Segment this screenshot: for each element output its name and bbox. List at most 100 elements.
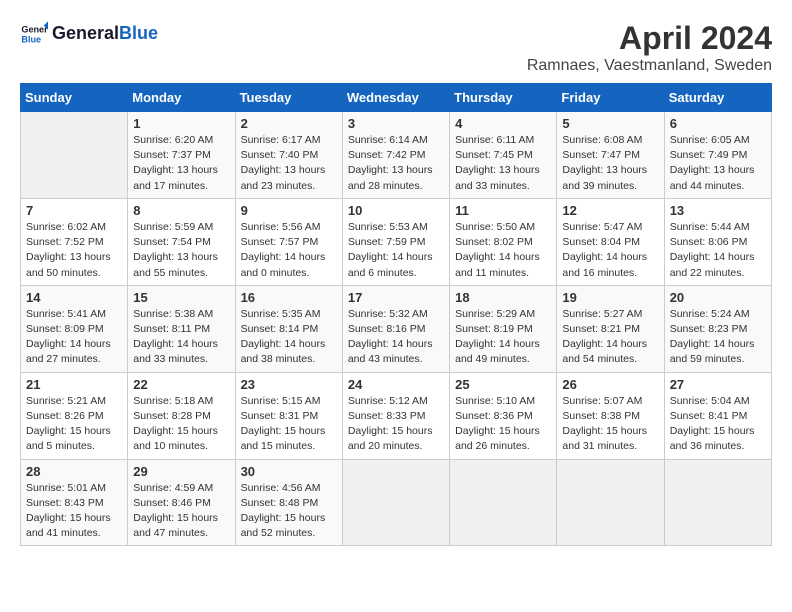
day-info: Sunrise: 6:20 AMSunset: 7:37 PMDaylight:… — [133, 133, 229, 194]
day-number: 11 — [455, 203, 551, 218]
day-info: Sunrise: 6:17 AMSunset: 7:40 PMDaylight:… — [241, 133, 337, 194]
calendar-cell: 11 Sunrise: 5:50 AMSunset: 8:02 PMDayligh… — [450, 198, 557, 285]
logo-icon: General Blue — [20, 20, 48, 48]
day-info: Sunrise: 5:04 AMSunset: 8:41 PMDaylight:… — [670, 394, 766, 455]
day-number: 28 — [26, 464, 122, 479]
calendar-cell: 22 Sunrise: 5:18 AMSunset: 8:28 PMDayligh… — [128, 372, 235, 459]
weekday-header-monday: Monday — [128, 84, 235, 112]
week-row-3: 14 Sunrise: 5:41 AMSunset: 8:09 PMDayligh… — [21, 285, 772, 372]
calendar-cell: 25 Sunrise: 5:10 AMSunset: 8:36 PMDayligh… — [450, 372, 557, 459]
calendar-cell: 9 Sunrise: 5:56 AMSunset: 7:57 PMDaylight… — [235, 198, 342, 285]
calendar-table: SundayMondayTuesdayWednesdayThursdayFrid… — [20, 83, 772, 546]
day-number: 20 — [670, 290, 766, 305]
day-info: Sunrise: 5:50 AMSunset: 8:02 PMDaylight:… — [455, 220, 551, 281]
week-row-4: 21 Sunrise: 5:21 AMSunset: 8:26 PMDayligh… — [21, 372, 772, 459]
calendar-cell: 27 Sunrise: 5:04 AMSunset: 8:41 PMDayligh… — [664, 372, 771, 459]
day-number: 15 — [133, 290, 229, 305]
day-info: Sunrise: 5:12 AMSunset: 8:33 PMDaylight:… — [348, 394, 444, 455]
weekday-header-wednesday: Wednesday — [342, 84, 449, 112]
calendar-cell: 29Sunrise: 4:59 AMSunset: 8:46 PMDayligh… — [128, 459, 235, 546]
week-row-5: 28 Sunrise: 5:01 AMSunset: 8:43 PMDayligh… — [21, 459, 772, 546]
calendar-cell: 4 Sunrise: 6:11 AMSunset: 7:45 PMDaylight… — [450, 112, 557, 199]
day-info: Sunrise: 5:38 AMSunset: 8:11 PMDaylight:… — [133, 307, 229, 368]
calendar-cell: 2Sunrise: 6:17 AMSunset: 7:40 PMDaylight… — [235, 112, 342, 199]
location-subtitle: Ramnaes, Vaestmanland, Sweden — [527, 57, 772, 75]
day-number: 10 — [348, 203, 444, 218]
logo-text: GeneralBlue — [52, 24, 158, 44]
weekday-header-friday: Friday — [557, 84, 664, 112]
calendar-cell: 26Sunrise: 5:07 AMSunset: 8:38 PMDayligh… — [557, 372, 664, 459]
weekday-header-row: SundayMondayTuesdayWednesdayThursdayFrid… — [21, 84, 772, 112]
calendar-cell: 17Sunrise: 5:32 AMSunset: 8:16 PMDayligh… — [342, 285, 449, 372]
title-block: April 2024 Ramnaes, Vaestmanland, Sweden — [527, 20, 772, 75]
day-number: 9 — [241, 203, 337, 218]
calendar-cell: 24 Sunrise: 5:12 AMSunset: 8:33 PMDayligh… — [342, 372, 449, 459]
day-number: 16 — [241, 290, 337, 305]
svg-text:Blue: Blue — [21, 34, 41, 44]
calendar-cell: 12 Sunrise: 5:47 AMSunset: 8:04 PMDayligh… — [557, 198, 664, 285]
day-number: 25 — [455, 377, 551, 392]
day-number: 17 — [348, 290, 444, 305]
day-number: 24 — [348, 377, 444, 392]
day-number: 4 — [455, 116, 551, 131]
day-info: Sunrise: 5:10 AMSunset: 8:36 PMDaylight:… — [455, 394, 551, 455]
day-info: Sunrise: 6:02 AMSunset: 7:52 PMDaylight:… — [26, 220, 122, 281]
logo: General Blue GeneralBlue — [20, 20, 158, 48]
weekday-header-saturday: Saturday — [664, 84, 771, 112]
day-info: Sunrise: 6:05 AMSunset: 7:49 PMDaylight:… — [670, 133, 766, 194]
day-info: Sunrise: 5:53 AMSunset: 7:59 PMDaylight:… — [348, 220, 444, 281]
day-number: 14 — [26, 290, 122, 305]
day-info: Sunrise: 5:01 AMSunset: 8:43 PMDaylight:… — [26, 481, 122, 542]
day-number: 22 — [133, 377, 229, 392]
day-info: Sunrise: 4:56 AMSunset: 8:48 PMDaylight:… — [241, 481, 337, 542]
calendar-cell: 16Sunrise: 5:35 AMSunset: 8:14 PMDayligh… — [235, 285, 342, 372]
calendar-cell: 15 Sunrise: 5:38 AMSunset: 8:11 PMDayligh… — [128, 285, 235, 372]
day-number: 23 — [241, 377, 337, 392]
page-header: General Blue GeneralBlue April 2024 Ramn… — [20, 20, 772, 75]
day-info: Sunrise: 5:44 AMSunset: 8:06 PMDaylight:… — [670, 220, 766, 281]
day-info: Sunrise: 5:15 AMSunset: 8:31 PMDaylight:… — [241, 394, 337, 455]
calendar-cell — [21, 112, 128, 199]
calendar-cell: 1 Sunrise: 6:20 AMSunset: 7:37 PMDaylight… — [128, 112, 235, 199]
day-info: Sunrise: 6:08 AMSunset: 7:47 PMDaylight:… — [562, 133, 658, 194]
weekday-header-sunday: Sunday — [21, 84, 128, 112]
day-number: 12 — [562, 203, 658, 218]
calendar-cell: 19Sunrise: 5:27 AMSunset: 8:21 PMDayligh… — [557, 285, 664, 372]
day-info: Sunrise: 6:11 AMSunset: 7:45 PMDaylight:… — [455, 133, 551, 194]
day-info: Sunrise: 5:18 AMSunset: 8:28 PMDaylight:… — [133, 394, 229, 455]
day-info: Sunrise: 6:14 AMSunset: 7:42 PMDaylight:… — [348, 133, 444, 194]
calendar-cell: 30 Sunrise: 4:56 AMSunset: 8:48 PMDayligh… — [235, 459, 342, 546]
calendar-cell: 6 Sunrise: 6:05 AMSunset: 7:49 PMDaylight… — [664, 112, 771, 199]
day-number: 29 — [133, 464, 229, 479]
calendar-cell: 21 Sunrise: 5:21 AMSunset: 8:26 PMDayligh… — [21, 372, 128, 459]
day-info: Sunrise: 5:56 AMSunset: 7:57 PMDaylight:… — [241, 220, 337, 281]
svg-text:General: General — [21, 25, 48, 35]
calendar-cell: 18 Sunrise: 5:29 AMSunset: 8:19 PMDayligh… — [450, 285, 557, 372]
calendar-cell: 5 Sunrise: 6:08 AMSunset: 7:47 PMDaylight… — [557, 112, 664, 199]
day-info: Sunrise: 5:29 AMSunset: 8:19 PMDaylight:… — [455, 307, 551, 368]
week-row-1: 1 Sunrise: 6:20 AMSunset: 7:37 PMDaylight… — [21, 112, 772, 199]
day-number: 21 — [26, 377, 122, 392]
day-info: Sunrise: 5:47 AMSunset: 8:04 PMDaylight:… — [562, 220, 658, 281]
day-info: Sunrise: 5:41 AMSunset: 8:09 PMDaylight:… — [26, 307, 122, 368]
month-year-title: April 2024 — [527, 20, 772, 57]
calendar-cell — [557, 459, 664, 546]
day-number: 18 — [455, 290, 551, 305]
day-number: 13 — [670, 203, 766, 218]
calendar-cell: 14 Sunrise: 5:41 AMSunset: 8:09 PMDayligh… — [21, 285, 128, 372]
day-info: Sunrise: 5:24 AMSunset: 8:23 PMDaylight:… — [670, 307, 766, 368]
day-number: 1 — [133, 116, 229, 131]
day-number: 5 — [562, 116, 658, 131]
day-number: 6 — [670, 116, 766, 131]
calendar-cell: 20 Sunrise: 5:24 AMSunset: 8:23 PMDayligh… — [664, 285, 771, 372]
day-number: 8 — [133, 203, 229, 218]
weekday-header-thursday: Thursday — [450, 84, 557, 112]
day-number: 7 — [26, 203, 122, 218]
day-number: 3 — [348, 116, 444, 131]
day-number: 30 — [241, 464, 337, 479]
day-info: Sunrise: 5:21 AMSunset: 8:26 PMDaylight:… — [26, 394, 122, 455]
calendar-cell: 28 Sunrise: 5:01 AMSunset: 8:43 PMDayligh… — [21, 459, 128, 546]
week-row-2: 7 Sunrise: 6:02 AMSunset: 7:52 PMDaylight… — [21, 198, 772, 285]
calendar-cell: 8Sunrise: 5:59 AMSunset: 7:54 PMDaylight… — [128, 198, 235, 285]
day-number: 27 — [670, 377, 766, 392]
